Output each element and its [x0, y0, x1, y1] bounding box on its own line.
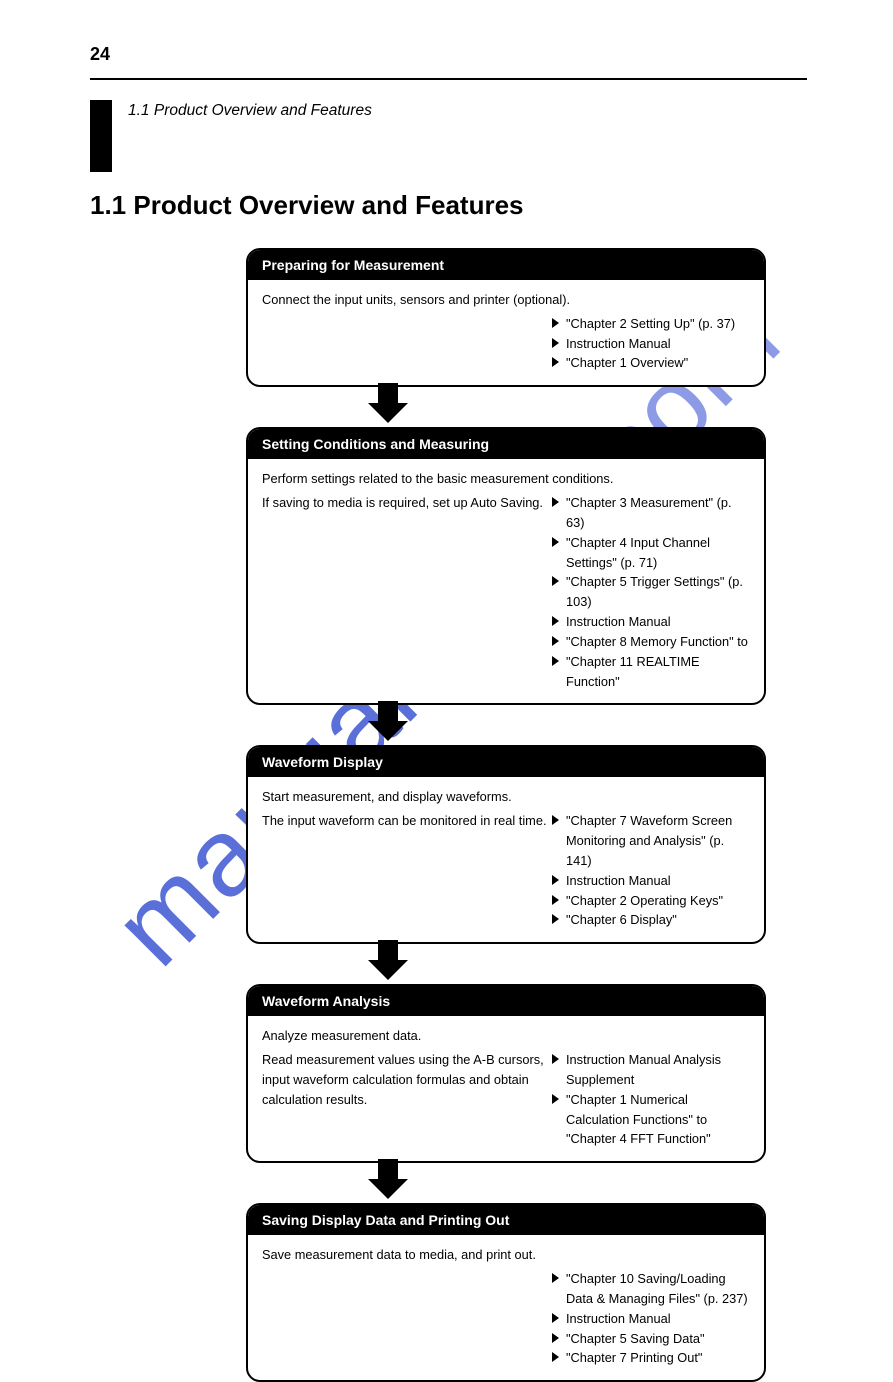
flow-box-lead: Connect the input units, sensors and pri…	[262, 290, 750, 310]
list-item: Instruction Manual Analysis Supplement	[552, 1050, 750, 1090]
flow-arrow	[246, 1163, 766, 1203]
flow-box-list: "Chapter 3 Measurement" (p. 63) "Chapter…	[552, 493, 750, 691]
chapter-breadcrumb: 1.1 Product Overview and Features	[128, 102, 372, 120]
section-tab	[90, 100, 112, 172]
list-item: "Chapter 8 Memory Function" to	[552, 632, 750, 652]
flow-box-lead: Analyze measurement data.	[262, 1026, 750, 1046]
flow-box-lead: Save measurement data to media, and prin…	[262, 1245, 750, 1265]
flow-box-lead: Perform settings related to the basic me…	[262, 469, 750, 489]
flow-arrow	[246, 705, 766, 745]
flow-box-preparing: Preparing for Measurement Connect the in…	[246, 248, 766, 387]
list-item: "Chapter 2 Operating Keys"	[552, 891, 750, 911]
flow-box-display: Waveform Display Start measurement, and …	[246, 745, 766, 944]
flow-box-lead: Start measurement, and display waveforms…	[262, 787, 750, 807]
flow-box-left	[262, 1269, 552, 1368]
page-number: 24	[90, 44, 110, 65]
list-item: Instruction Manual	[552, 612, 750, 632]
flow-arrow	[246, 944, 766, 984]
list-item: Instruction Manual	[552, 871, 750, 891]
list-item: "Chapter 1 Numerical Calculation Functio…	[552, 1090, 750, 1149]
flow-box-title: Waveform Analysis	[248, 986, 764, 1016]
flow-box-list: "Chapter 10 Saving/Loading Data & Managi…	[552, 1269, 750, 1368]
flow-box-setting: Setting Conditions and Measuring Perform…	[246, 427, 766, 705]
list-item: "Chapter 5 Trigger Settings" (p. 103)	[552, 572, 750, 612]
flow-box-left: If saving to media is required, set up A…	[262, 493, 552, 691]
list-item: Instruction Manual	[552, 1309, 750, 1329]
list-item: "Chapter 2 Setting Up" (p. 37)	[552, 314, 735, 334]
list-item: "Chapter 4 Input Channel Settings" (p. 7…	[552, 533, 750, 573]
flow-column: Preparing for Measurement Connect the in…	[246, 248, 766, 1382]
list-item: "Chapter 6 Display"	[552, 910, 750, 930]
flow-box-title: Waveform Display	[248, 747, 764, 777]
list-item: "Chapter 3 Measurement" (p. 63)	[552, 493, 750, 533]
list-item: "Chapter 7 Waveform Screen Monitoring an…	[552, 811, 750, 870]
flow-box-left: The input waveform can be monitored in r…	[262, 811, 552, 930]
flow-box-list: Instruction Manual Analysis Supplement "…	[552, 1050, 750, 1149]
list-item: "Chapter 10 Saving/Loading Data & Managi…	[552, 1269, 750, 1309]
flow-box-left: Read measurement values using the A-B cu…	[262, 1050, 552, 1149]
flow-box-analysis: Waveform Analysis Analyze measurement da…	[246, 984, 766, 1163]
flow-box-list: "Chapter 7 Waveform Screen Monitoring an…	[552, 811, 750, 930]
flow-box-title: Preparing for Measurement	[248, 250, 764, 280]
list-item: Instruction Manual	[552, 334, 735, 354]
header-rule	[90, 78, 807, 80]
list-item: "Chapter 5 Saving Data"	[552, 1329, 750, 1349]
list-item: "Chapter 11 REALTIME Function"	[552, 652, 750, 692]
flow-box-list: "Chapter 2 Setting Up" (p. 37) Instructi…	[552, 314, 735, 373]
flow-box-left	[262, 314, 552, 373]
flow-arrow	[246, 387, 766, 427]
list-item: "Chapter 7 Printing Out"	[552, 1348, 750, 1368]
flow-box-title: Setting Conditions and Measuring	[248, 429, 764, 459]
flow-box-title: Saving Display Data and Printing Out	[248, 1205, 764, 1235]
list-item: "Chapter 1 Overview"	[552, 353, 735, 373]
section-heading: 1.1 Product Overview and Features	[90, 190, 524, 221]
flow-box-saving: Saving Display Data and Printing Out Sav…	[246, 1203, 766, 1382]
